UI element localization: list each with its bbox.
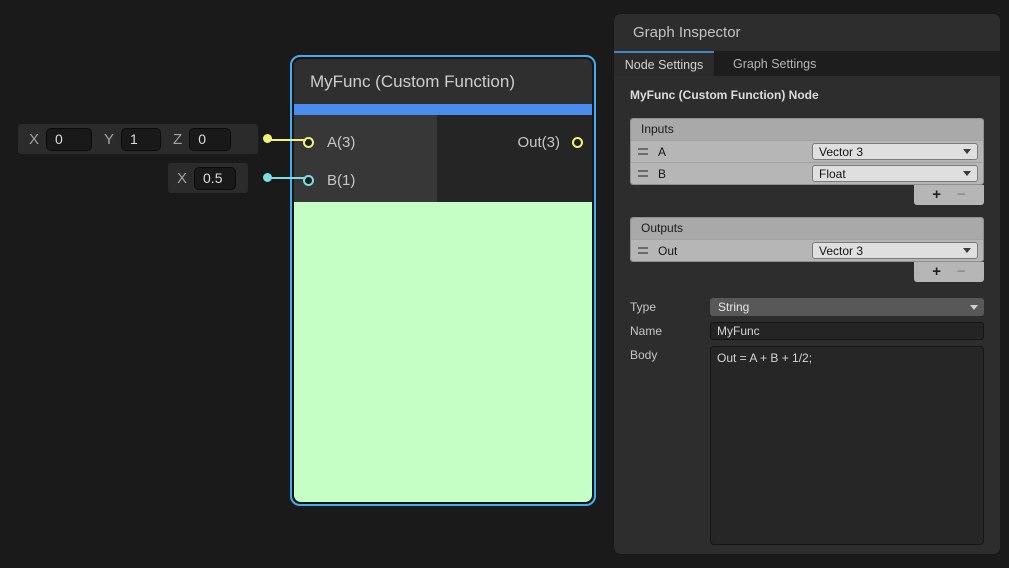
chevron-down-icon (963, 248, 971, 253)
vector3-z-label: Z (173, 131, 182, 148)
drag-handle-icon[interactable] (638, 247, 648, 254)
port-row-a: A(3) (294, 126, 437, 158)
remove-input-button[interactable]: − (957, 186, 966, 204)
float-x-field[interactable]: 0.5 (194, 167, 236, 190)
inputs-section: Inputs A Vector 3 B Float (630, 118, 984, 185)
input-row-a: A Vector 3 (631, 140, 983, 162)
outputs-section: Outputs Out Vector 3 (630, 217, 984, 262)
output-out-type-value: Vector 3 (819, 244, 863, 258)
input-a-type-value: Vector 3 (819, 145, 863, 159)
output-out-type-dropdown[interactable]: Vector 3 (812, 242, 978, 259)
node-color-bar (294, 104, 592, 115)
body-field[interactable]: Out = A + B + 1/2; (710, 346, 984, 545)
name-label: Name (630, 322, 710, 338)
port-row-out: Out(3) (437, 126, 592, 158)
add-output-button[interactable]: + (932, 263, 941, 281)
port-b-label: B(1) (327, 172, 355, 189)
tab-node-settings[interactable]: Node Settings (614, 51, 714, 76)
drag-handle-icon[interactable] (638, 148, 648, 155)
input-a-type-dropdown[interactable]: Vector 3 (812, 143, 978, 160)
input-b-type-dropdown[interactable]: Float (812, 165, 978, 182)
input-b-type-value: Float (819, 167, 846, 181)
body-label: Body (630, 346, 710, 362)
input-b-name: B (658, 167, 666, 181)
output-row-out: Out Vector 3 (631, 239, 983, 261)
drag-handle-icon[interactable] (638, 170, 648, 177)
inspector-heading: MyFunc (Custom Function) Node (630, 88, 984, 102)
add-input-button[interactable]: + (932, 186, 941, 204)
port-a-label: A(3) (327, 134, 355, 151)
outputs-add-remove-tray: + − (914, 262, 984, 282)
vector3-y-field[interactable]: 1 (121, 128, 161, 151)
type-value: String (718, 300, 749, 314)
body-row: Body Out = A + B + 1/2; (630, 346, 984, 545)
inspector-tab-bar: Node Settings Graph Settings (614, 51, 1000, 76)
name-row: Name MyFunc (630, 322, 984, 340)
output-out-name: Out (658, 244, 677, 258)
remove-output-button[interactable]: − (957, 263, 966, 281)
edge-vector3-to-a[interactable] (270, 139, 306, 141)
inputs-section-title: Inputs (631, 119, 983, 140)
edge-float-to-b[interactable] (270, 177, 306, 179)
inspector-title[interactable]: Graph Inspector (614, 14, 1000, 51)
float-input-widget: X 0.5 (168, 163, 248, 193)
type-dropdown[interactable]: String (710, 298, 984, 316)
type-label: Type (630, 298, 710, 314)
node-title[interactable]: MyFunc (Custom Function) (294, 59, 592, 104)
type-row: Type String (630, 298, 984, 316)
node-output-ports: Out(3) (437, 115, 592, 202)
chevron-down-icon (963, 171, 971, 176)
vector3-input-widget: X 0 Y 1 Z 0 (18, 124, 258, 154)
node-input-ports: A(3) B(1) (294, 115, 437, 202)
outputs-section-title: Outputs (631, 218, 983, 239)
vector3-x-field[interactable]: 0 (46, 128, 92, 151)
chevron-down-icon (963, 149, 971, 154)
name-field[interactable]: MyFunc (710, 322, 984, 340)
custom-function-node[interactable]: MyFunc (Custom Function) A(3) B(1) Out(3… (290, 55, 596, 506)
graph-inspector-panel: Graph Inspector Node Settings Graph Sett… (613, 13, 1001, 555)
port-row-b: B(1) (294, 164, 437, 196)
input-row-b: B Float (631, 162, 983, 184)
node-preview (294, 202, 592, 502)
port-out-icon[interactable] (572, 137, 583, 148)
vector3-y-label: Y (104, 131, 114, 148)
float-x-label: X (177, 170, 187, 187)
vector3-z-field[interactable]: 0 (189, 128, 231, 151)
input-a-name: A (658, 145, 666, 159)
port-out-label: Out(3) (517, 134, 560, 151)
chevron-down-icon (970, 305, 978, 310)
tab-graph-settings[interactable]: Graph Settings (714, 51, 835, 76)
inputs-add-remove-tray: + − (914, 185, 984, 205)
vector3-x-label: X (29, 131, 39, 148)
